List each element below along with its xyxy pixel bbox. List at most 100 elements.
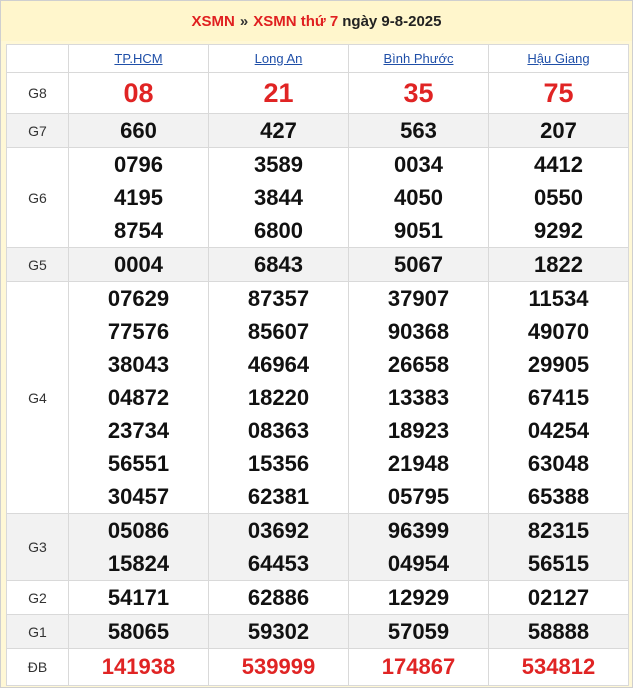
winning-number: 4195 (114, 185, 163, 210)
result-cell: 1822 (488, 247, 629, 282)
winning-number: 3844 (254, 185, 303, 210)
winning-number: 37907 (387, 286, 450, 311)
result-cell: 87357 85607 46964 18220 08363 15356 62381 (208, 281, 349, 514)
corner-cell (6, 44, 69, 73)
results-table: TP.HCM Long An Bình Phước Hậu Giang G8 08… (6, 44, 629, 686)
winning-number: 96399 (387, 518, 450, 543)
province-link-tphcm[interactable]: TP.HCM (114, 51, 162, 66)
province-header-cell: Bình Phước (348, 44, 489, 73)
winning-number: 62381 (247, 484, 310, 509)
prize-label: G7 (6, 113, 69, 148)
winning-number: 82315 (527, 518, 590, 543)
result-cell: 539999 (208, 648, 349, 686)
winning-number: 12929 (387, 585, 450, 610)
winning-number: 0004 (114, 252, 163, 277)
result-cell: 534812 (488, 648, 629, 686)
winning-number: 9292 (534, 218, 583, 243)
winning-number: 18220 (247, 385, 310, 410)
winning-number: 75 (543, 78, 574, 108)
winning-number: 29905 (527, 352, 590, 377)
winning-number: 77576 (107, 319, 170, 344)
result-cell: 37907 90368 26658 13383 18923 21948 05795 (348, 281, 489, 514)
result-cell: 12929 (348, 580, 489, 615)
result-cell: 82315 56515 (488, 513, 629, 581)
prize-label: G4 (6, 281, 69, 514)
result-cell: 427 (208, 113, 349, 148)
winning-number: 0034 (394, 152, 443, 177)
winning-number: 59302 (247, 619, 310, 644)
result-cell: 660 (68, 113, 209, 148)
prize-label: G1 (6, 614, 69, 649)
winning-number: 6800 (254, 218, 303, 243)
province-link-binh-phuoc[interactable]: Bình Phước (384, 51, 454, 66)
prize-label: G6 (6, 147, 69, 248)
result-cell: 0796 4195 8754 (68, 147, 209, 248)
winning-number: 08 (123, 78, 154, 108)
winning-number: 64453 (247, 551, 310, 576)
result-cell: 21 (208, 72, 349, 114)
winning-number: 38043 (107, 352, 170, 377)
winning-number: 4412 (534, 152, 583, 177)
result-cell: 5067 (348, 247, 489, 282)
winning-number: 04872 (107, 385, 170, 410)
result-cell: 58065 (68, 614, 209, 649)
results-panel: XSMN » XSMN thứ 7 ngày 9-8-2025 TP.HCM L… (0, 0, 633, 688)
prize-row-g4: G4 07629 77576 38043 04872 23734 56551 30457 873… (6, 281, 629, 514)
result-cell: 35 (348, 72, 489, 114)
prize-row-g3: G3 05086 15824 03692 64453 96399 04954 82315 565… (6, 513, 629, 581)
winning-number: 26658 (387, 352, 450, 377)
winning-number: 563 (400, 118, 437, 143)
winning-number: 08363 (247, 418, 310, 443)
result-cell: 59302 (208, 614, 349, 649)
winning-number: 18923 (387, 418, 450, 443)
winning-number: 87357 (247, 286, 310, 311)
winning-number: 15824 (107, 551, 170, 576)
province-link-long-an[interactable]: Long An (255, 51, 303, 66)
winning-number: 6843 (254, 252, 303, 277)
winning-number: 85607 (247, 319, 310, 344)
winning-number: 49070 (527, 319, 590, 344)
xsmn-saturday-link[interactable]: XSMN thứ 7 (253, 13, 338, 30)
winning-number: 30457 (107, 484, 170, 509)
result-cell: 54171 (68, 580, 209, 615)
prize-label: G3 (6, 513, 69, 581)
result-cell: 6843 (208, 247, 349, 282)
result-cell: 75 (488, 72, 629, 114)
result-cell: 207 (488, 113, 629, 148)
winning-number: 5067 (394, 252, 443, 277)
winning-number: 90368 (387, 319, 450, 344)
winning-number: 05795 (387, 484, 450, 509)
result-cell: 05086 15824 (68, 513, 209, 581)
winning-number: 8754 (114, 218, 163, 243)
result-cell: 62886 (208, 580, 349, 615)
prize-row-g5: G5 0004 6843 5067 1822 (6, 247, 629, 282)
draw-date: ngày 9-8-2025 (342, 12, 442, 30)
result-cell: 0004 (68, 247, 209, 282)
prize-row-g8: G8 08 21 35 75 (6, 72, 629, 114)
result-cell: 03692 64453 (208, 513, 349, 581)
result-cell: 11534 49070 29905 67415 04254 63048 65388 (488, 281, 629, 514)
province-header-row: TP.HCM Long An Bình Phước Hậu Giang (6, 44, 629, 73)
winning-number: 534812 (521, 654, 596, 679)
winning-number: 63048 (527, 451, 590, 476)
prize-label: G8 (6, 72, 69, 114)
result-cell: 3589 3844 6800 (208, 147, 349, 248)
province-link-hau-giang[interactable]: Hậu Giang (527, 51, 589, 66)
winning-number: 13383 (387, 385, 450, 410)
winning-number: 04254 (527, 418, 590, 443)
prize-label: G2 (6, 580, 69, 615)
xsmn-link[interactable]: XSMN (192, 13, 235, 30)
winning-number: 56515 (527, 551, 590, 576)
result-cell: 4412 0550 9292 (488, 147, 629, 248)
prize-row-g2: G2 54171 62886 12929 02127 (6, 580, 629, 615)
prize-label: G5 (6, 247, 69, 282)
winning-number: 67415 (527, 385, 590, 410)
result-cell: 174867 (348, 648, 489, 686)
winning-number: 03692 (247, 518, 310, 543)
province-header-cell: Long An (208, 44, 349, 73)
winning-number: 21948 (387, 451, 450, 476)
result-cell: 563 (348, 113, 489, 148)
prize-row-special: ĐB 141938 539999 174867 534812 (6, 648, 629, 686)
winning-number: 660 (120, 118, 157, 143)
winning-number: 427 (260, 118, 297, 143)
